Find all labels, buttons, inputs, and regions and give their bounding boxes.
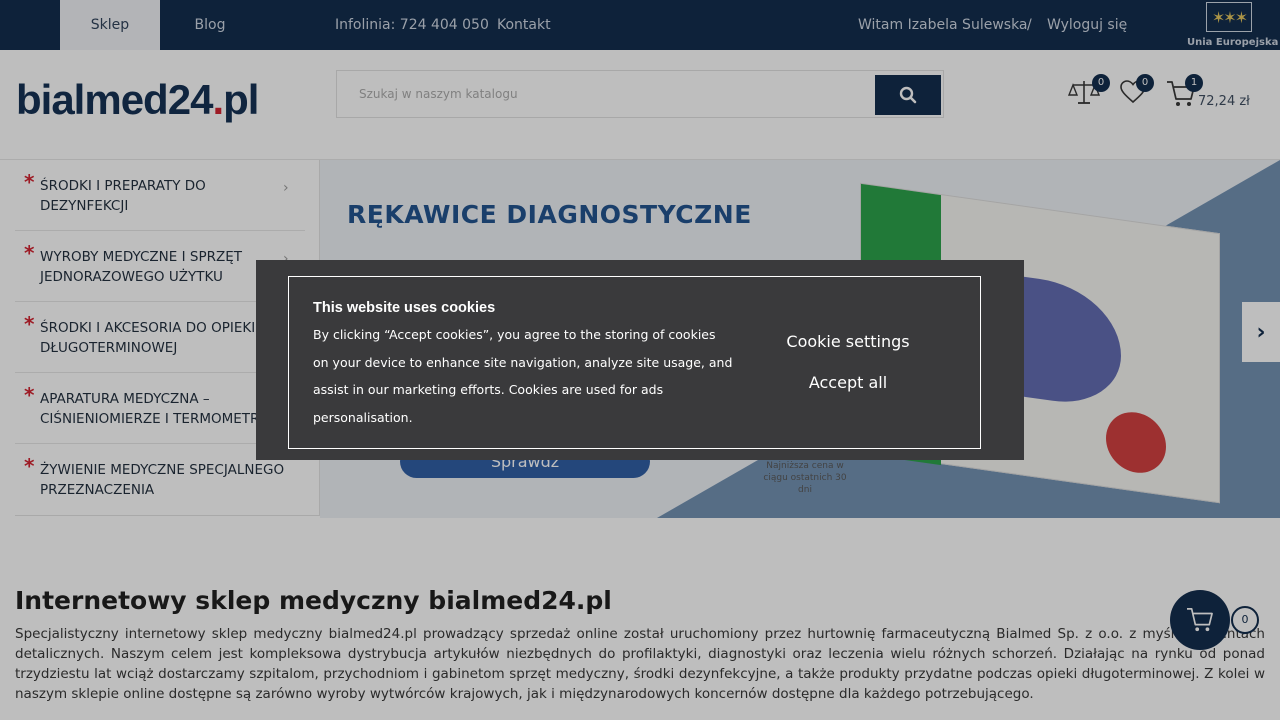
cookie-settings-button[interactable]: Cookie settings	[759, 332, 937, 351]
cookie-dialog-frame: This website uses cookies By clicking “A…	[288, 276, 981, 449]
accept-all-button[interactable]: Accept all	[759, 373, 937, 392]
cookie-overlay: This website uses cookies By clicking “A…	[0, 0, 1280, 720]
cookie-title: This website uses cookies	[313, 300, 496, 316]
cookie-text: By clicking “Accept cookies”, you agree …	[313, 327, 733, 425]
cookie-dialog: This website uses cookies By clicking “A…	[256, 260, 1024, 460]
